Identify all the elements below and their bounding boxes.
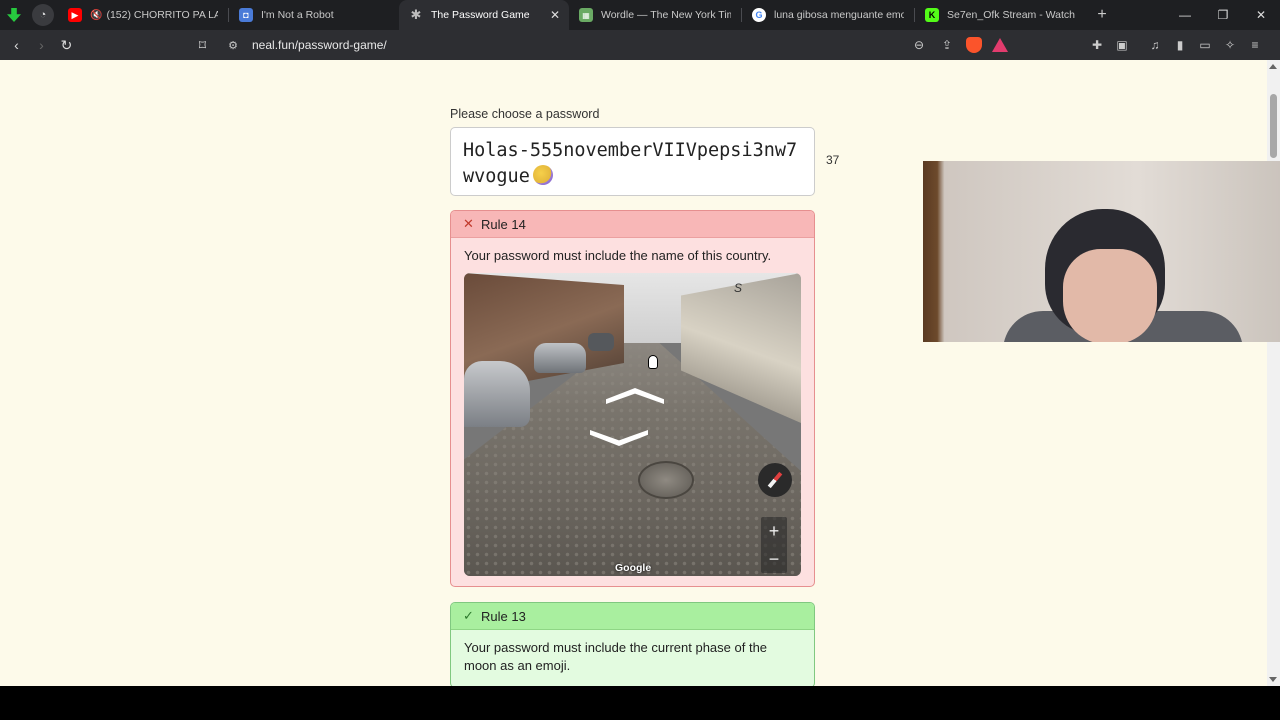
maximize-icon[interactable]: ❐ bbox=[1204, 0, 1242, 30]
screen-bottom-bar bbox=[0, 686, 1280, 720]
window-controls: — ❐ ✕ bbox=[1166, 0, 1280, 30]
rule-header: ✓ Rule 13 bbox=[451, 603, 814, 630]
close-tab-icon[interactable]: ✕ bbox=[550, 8, 560, 22]
rule-description: Your password must include the name of t… bbox=[464, 248, 772, 263]
extensions-icon[interactable]: ✚ bbox=[1088, 36, 1106, 54]
address-bar-actions: ⊖ ⇪ bbox=[910, 33, 1008, 57]
parked-car bbox=[464, 361, 530, 427]
grid-icon: ▦ bbox=[579, 8, 593, 22]
check-icon: ✓ bbox=[463, 608, 474, 623]
kick-icon: K bbox=[925, 8, 939, 22]
robot-icon: ◘ bbox=[239, 8, 253, 22]
downloads-button[interactable] bbox=[0, 0, 28, 30]
password-input[interactable]: Holas-555novemberVIIVpepsi3nw7wvogue bbox=[450, 127, 815, 196]
zoom-out-button[interactable]: − bbox=[761, 545, 787, 573]
password-prompt: Please choose a password bbox=[450, 107, 600, 121]
page-content: Please choose a password Holas-555novemb… bbox=[0, 60, 1267, 686]
tab-title: luna gibosa menguante emoj bbox=[774, 9, 904, 21]
rule-description: Your password must include the current p… bbox=[464, 640, 768, 673]
rule-13-card: ✓ Rule 13 Your password must include the… bbox=[450, 602, 815, 686]
storefront-sign: S bbox=[734, 281, 743, 295]
zoom-in-button[interactable]: + bbox=[761, 517, 787, 545]
rule-label: Rule 13 bbox=[481, 608, 526, 624]
google-attribution: Google bbox=[615, 562, 652, 574]
tab-password-game[interactable]: ✱ The Password Game ✕ bbox=[399, 0, 569, 30]
menu-icon[interactable]: ≡ bbox=[1246, 36, 1264, 54]
new-tab-button[interactable]: + bbox=[1087, 6, 1117, 24]
rule-header: ✕ Rule 14 bbox=[451, 211, 814, 238]
zoom-icon[interactable]: ⊖ bbox=[910, 36, 928, 54]
reload-button[interactable]: ↻ bbox=[54, 30, 79, 60]
download-icon bbox=[7, 8, 21, 22]
wallet-icon[interactable]: ▭ bbox=[1196, 36, 1214, 54]
asterisk-icon: ✱ bbox=[410, 7, 422, 22]
brave-shield-icon: ◔ bbox=[32, 4, 54, 26]
brave-rewards-icon[interactable] bbox=[992, 38, 1008, 52]
tab-title: Wordle — The New York Time bbox=[601, 9, 731, 21]
screenshot-icon[interactable]: ▣ bbox=[1113, 36, 1131, 54]
rule-14-card: ✕ Rule 14 Your password must include the… bbox=[450, 210, 815, 587]
parked-car bbox=[588, 333, 614, 351]
cross-icon: ✕ bbox=[463, 216, 474, 231]
tab-not-a-robot[interactable]: ◘ I'm Not a Robot bbox=[229, 0, 399, 30]
address-bar[interactable]: ⚙ neal.fun/password-game/ ⊖ ⇪ bbox=[222, 33, 1008, 57]
hand-cursor-icon bbox=[648, 355, 658, 369]
browser-toolbar: ‹ › ↻ ⌑ ⚙ neal.fun/password-game/ ⊖ ⇪ ✚ … bbox=[0, 30, 1280, 60]
share-icon[interactable]: ⇪ bbox=[938, 36, 956, 54]
waning-gibbous-moon-emoji-icon bbox=[532, 165, 553, 185]
password-text[interactable]: Holas-555novemberVIIVpepsi3nw7wvogue bbox=[463, 140, 797, 187]
tab-search-button[interactable]: ◔ bbox=[28, 0, 58, 30]
tab-title: The Password Game bbox=[431, 9, 530, 21]
leo-ai-icon[interactable]: ✧ bbox=[1221, 36, 1239, 54]
manhole-cover bbox=[638, 461, 694, 499]
url-text[interactable]: neal.fun/password-game/ bbox=[252, 38, 387, 52]
back-button[interactable]: ‹ bbox=[4, 30, 29, 60]
site-settings-icon[interactable]: ⚙ bbox=[222, 39, 244, 52]
tab-youtube[interactable]: ▶ 🔇 (152) CHORRITO PA LAS A bbox=[58, 0, 228, 30]
rule-label: Rule 14 bbox=[481, 216, 526, 232]
scroll-down-icon[interactable] bbox=[1269, 677, 1277, 682]
tab-strip: ◔ ▶ 🔇 (152) CHORRITO PA LAS A ◘ I'm Not … bbox=[0, 0, 1280, 30]
close-window-icon[interactable]: ✕ bbox=[1242, 0, 1280, 30]
parked-car bbox=[534, 343, 586, 373]
webcam-overlay bbox=[923, 161, 1280, 342]
minimize-icon[interactable]: — bbox=[1166, 0, 1204, 30]
zoom-controls: + − bbox=[761, 517, 787, 573]
tab-kick-stream[interactable]: K Se7en_Ofk Stream - Watch Li bbox=[915, 0, 1087, 30]
tab-wordle[interactable]: ▦ Wordle — The New York Time bbox=[569, 0, 741, 30]
character-count: 37 bbox=[826, 153, 840, 167]
compass-icon[interactable] bbox=[758, 463, 792, 497]
toolbar-right: ✚ ▣ ♫ ▮ ▭ ✧ ≡ bbox=[1088, 30, 1264, 60]
tab-google-search[interactable]: G luna gibosa menguante emoj bbox=[742, 0, 914, 30]
person-face bbox=[1063, 249, 1157, 342]
brave-shields-icon[interactable] bbox=[966, 37, 982, 53]
bookmark-icon[interactable]: ⌑ bbox=[190, 30, 215, 60]
page-scrollbar[interactable] bbox=[1267, 60, 1280, 686]
youtube-icon: ▶ bbox=[68, 8, 82, 22]
media-icon[interactable]: ♫ bbox=[1146, 36, 1164, 54]
tab-title: Se7en_Ofk Stream - Watch Li bbox=[947, 9, 1077, 21]
tab-title: (152) CHORRITO PA LAS A bbox=[106, 9, 218, 21]
google-icon: G bbox=[752, 8, 766, 22]
tab-title: I'm Not a Robot bbox=[261, 9, 334, 21]
scrollbar-thumb[interactable] bbox=[1270, 94, 1277, 158]
street-view-image[interactable]: S + − Google bbox=[464, 273, 801, 576]
scroll-up-icon[interactable] bbox=[1269, 64, 1277, 69]
forward-button[interactable]: › bbox=[29, 30, 54, 60]
sidebar-icon[interactable]: ▮ bbox=[1171, 36, 1189, 54]
speaker-muted-icon[interactable]: 🔇 bbox=[90, 10, 102, 21]
